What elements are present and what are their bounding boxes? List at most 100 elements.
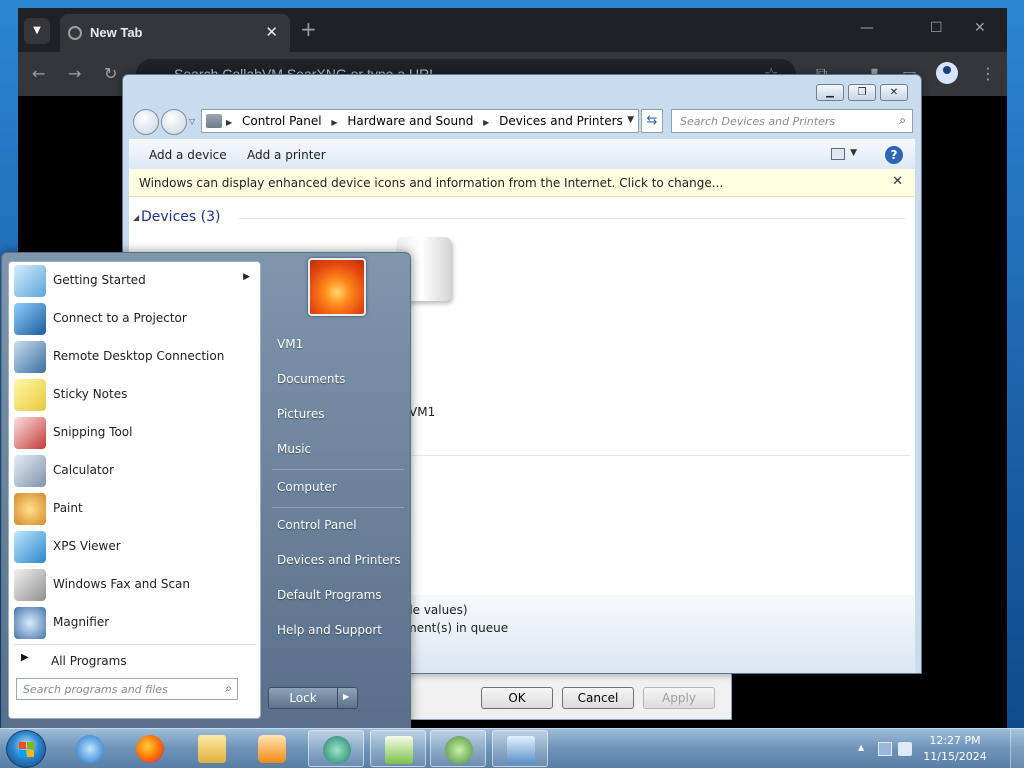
volume-muted-icon[interactable] <box>898 742 912 756</box>
restore-icon[interactable]: ❐ <box>848 84 876 101</box>
profile-avatar-icon[interactable] <box>936 62 958 84</box>
all-programs-button[interactable]: ▶ All Programs <box>9 648 260 674</box>
program-remote-desktop[interactable]: Remote Desktop Connection <box>9 338 260 376</box>
program-getting-started[interactable]: Getting Started ▶ <box>9 262 260 300</box>
forward-icon[interactable]: → <box>68 64 81 83</box>
taskbar-control-panel[interactable] <box>492 730 548 767</box>
taskbar-firefox[interactable] <box>122 730 178 767</box>
tab-search-button[interactable]: ▼ <box>24 18 50 44</box>
search-icon[interactable]: ⌕ <box>225 681 232 696</box>
start-link-default-programs[interactable]: Default Programs <box>270 581 406 611</box>
reload-icon[interactable]: ↻ <box>104 64 117 83</box>
start-link-help-and-support[interactable]: Help and Support <box>270 616 406 646</box>
start-link-documents[interactable]: Documents <box>270 365 406 395</box>
browser-tab[interactable]: New Tab ✕ <box>60 14 290 52</box>
start-link-label: VM1 <box>277 337 304 351</box>
back-button[interactable] <box>133 109 159 135</box>
getting-started-icon <box>14 265 46 297</box>
program-label: Sticky Notes <box>53 387 128 401</box>
notepad-plus-plus-icon <box>385 736 413 764</box>
clock-date[interactable]: 11/15/2024 <box>920 750 990 763</box>
user-picture-avatar[interactable] <box>308 258 366 316</box>
address-bar[interactable]: ▶ Control Panel ▶ Hardware and Sound ▶ D… <box>201 109 639 133</box>
program-windows-fax-and-scan[interactable]: Windows Fax and Scan <box>9 566 260 604</box>
window-titlebar[interactable]: ▁ ❐ ✕ <box>123 75 921 103</box>
recent-pages-chevron-icon[interactable]: ▽ <box>189 117 195 126</box>
close-tab-icon[interactable]: ✕ <box>265 23 278 41</box>
search-icon[interactable]: ⌕ <box>899 113 906 128</box>
lock-separator <box>337 688 338 708</box>
menu-kebab-icon[interactable]: ⋮ <box>980 64 996 83</box>
taskbar-media-player[interactable] <box>244 730 300 767</box>
start-link-computer[interactable]: Computer <box>270 473 406 503</box>
start-link-vm1[interactable]: VM1 <box>270 330 406 360</box>
ok-button[interactable]: OK <box>481 687 553 709</box>
add-printer-button[interactable]: Add a printer <box>247 148 326 162</box>
breadcrumb-separator-icon[interactable]: ▶ <box>331 118 337 127</box>
breadcrumb-hardware-and-sound[interactable]: Hardware and Sound <box>347 114 473 128</box>
start-search-input[interactable]: Search programs and files ⌕ <box>16 678 238 700</box>
program-paint[interactable]: Paint <box>9 490 260 528</box>
change-view-icon[interactable] <box>831 148 845 160</box>
network-icon[interactable] <box>878 742 892 756</box>
start-menu: Getting Started ▶ Connect to a Projector… <box>1 252 411 728</box>
apply-button[interactable]: Apply <box>643 687 715 709</box>
program-snipping-tool[interactable]: Snipping Tool <box>9 414 260 452</box>
taskbar-file-explorer[interactable] <box>184 730 240 767</box>
minimize-icon[interactable]: ▁ <box>816 84 844 101</box>
start-link-pictures[interactable]: Pictures <box>270 400 406 430</box>
forward-button[interactable] <box>161 109 187 135</box>
info-bar[interactable]: Windows can display enhanced device icon… <box>129 169 915 197</box>
taskbar-paint-dot-net[interactable] <box>308 730 364 767</box>
start-link-devices-and-printers[interactable]: Devices and Printers <box>270 546 406 576</box>
taskbar-notepad-plus-plus[interactable] <box>370 730 426 767</box>
submenu-arrow-icon[interactable]: ▶ <box>243 272 250 282</box>
cancel-button[interactable]: Cancel <box>562 687 634 709</box>
program-connect-to-projector[interactable]: Connect to a Projector <box>9 300 260 338</box>
device-vm1-label[interactable]: VM1 <box>409 405 435 419</box>
program-magnifier[interactable]: Magnifier <box>9 604 260 642</box>
start-link-label: Pictures <box>277 407 325 421</box>
breadcrumb-separator-icon[interactable]: ▶ <box>483 118 489 127</box>
view-dropdown-icon[interactable]: ▼ <box>850 148 857 158</box>
program-calculator[interactable]: Calculator <box>9 452 260 490</box>
devices-group-header[interactable]: Devices (3) <box>141 209 220 225</box>
search-devices-input[interactable]: Search Devices and Printers ⌕ <box>671 109 913 133</box>
program-sticky-notes[interactable]: Sticky Notes <box>9 376 260 414</box>
address-dropdown-icon[interactable]: ▼ <box>627 115 634 125</box>
close-icon[interactable]: ✕ <box>880 84 908 101</box>
help-icon[interactable]: ? <box>885 146 903 164</box>
close-window-icon[interactable]: ✕ <box>974 20 986 36</box>
back-icon[interactable]: ← <box>32 64 45 83</box>
start-link-label: Default Programs <box>277 588 382 602</box>
start-link-music[interactable]: Music <box>270 435 406 465</box>
maximize-icon[interactable]: ☐ <box>930 20 943 36</box>
refresh-icon[interactable]: ⇆ <box>641 109 663 133</box>
taskbar-virtualbox[interactable] <box>430 730 486 767</box>
program-xps-viewer[interactable]: XPS Viewer <box>9 528 260 566</box>
close-info-bar-icon[interactable]: ✕ <box>892 174 903 189</box>
all-programs-arrow-icon: ▶ <box>21 652 29 663</box>
new-tab-button[interactable]: + <box>300 19 317 39</box>
collapse-group-icon[interactable]: ◢ <box>133 213 139 222</box>
lock-button[interactable]: Lock ▶ <box>268 687 358 709</box>
fax-scan-icon <box>14 569 46 601</box>
sticky-notes-icon <box>14 379 46 411</box>
clock-time[interactable]: 12:27 PM <box>920 734 990 747</box>
add-device-button[interactable]: Add a device <box>149 148 227 162</box>
search-placeholder: Search Devices and Printers <box>680 115 836 128</box>
calculator-icon <box>14 455 46 487</box>
breadcrumb-devices-and-printers[interactable]: Devices and Printers <box>499 114 623 128</box>
start-link-control-panel[interactable]: Control Panel <box>270 511 406 541</box>
navigation-bar: ▽ ▶ Control Panel ▶ Hardware and Sound ▶… <box>123 103 921 137</box>
taskbar-internet-explorer[interactable] <box>62 730 118 767</box>
breadcrumb-separator-icon[interactable]: ▶ <box>226 118 232 127</box>
minimize-icon[interactable]: — <box>860 20 874 36</box>
shutdown-options-arrow-icon[interactable]: ▶ <box>343 692 349 701</box>
show-hidden-icons-icon[interactable]: ▲ <box>858 743 864 752</box>
all-programs-label: All Programs <box>51 654 127 668</box>
show-desktop-button[interactable] <box>1010 729 1024 768</box>
start-button[interactable] <box>6 730 46 768</box>
start-link-label: Help and Support <box>277 623 382 637</box>
breadcrumb-control-panel[interactable]: Control Panel <box>242 114 322 128</box>
